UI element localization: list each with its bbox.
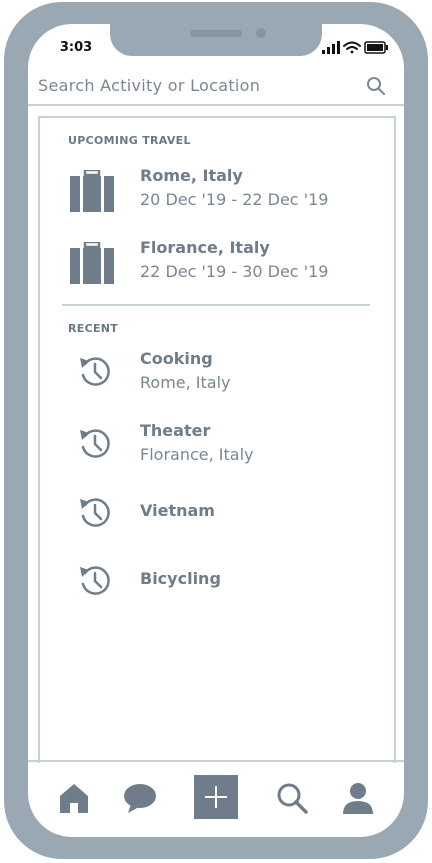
search-icon [277,783,308,814]
nav-chat-button[interactable] [118,776,162,820]
nav-add-button[interactable] [194,775,238,819]
section-divider [62,304,370,306]
history-icon [80,498,110,527]
nav-home-button[interactable] [52,776,96,820]
recent-item[interactable]: Vietnam [40,492,394,536]
speaker [190,30,242,37]
recent-subtitle: Florance, Italy [140,445,254,464]
notch [110,24,322,56]
luggage-icon [70,242,114,284]
recent-item[interactable]: Bicycling [40,560,394,604]
recent-title: Theater [140,421,211,440]
nav-search-button[interactable] [270,776,314,820]
home-icon [60,784,88,813]
search-icon[interactable] [366,76,386,96]
wifi-icon [343,41,361,54]
recent-item[interactable]: Cooking Rome, Italy [40,348,394,404]
history-icon [80,429,110,458]
status-time: 3:03 [59,40,93,55]
history-icon [80,357,110,386]
signal-icon [322,41,340,54]
add-icon [205,786,227,808]
recent-item[interactable]: Theater Florance, Italy [40,420,394,476]
profile-icon [343,783,373,814]
status-icons [322,41,388,54]
nav-profile-button[interactable] [336,776,380,820]
camera [256,28,266,38]
luggage-icon [70,170,114,212]
content-panel: UPCOMING TRAVEL Rome, Italy 20 Dec '19 -… [38,116,396,763]
trip-item[interactable]: Florance, Italy 22 Dec '19 - 30 Dec '19 [40,236,394,296]
history-icon [80,566,110,595]
search-bar[interactable]: Search Activity or Location [28,66,404,106]
chat-icon [124,784,156,813]
upcoming-heading: UPCOMING TRAVEL [68,134,191,147]
trip-title: Florance, Italy [140,238,270,257]
trip-dates: 20 Dec '19 - 22 Dec '19 [140,190,329,209]
recent-title: Vietnam [140,501,215,520]
search-input[interactable]: Search Activity or Location [38,76,260,95]
recent-heading: RECENT [68,322,119,335]
recent-title: Cooking [140,349,213,368]
trip-title: Rome, Italy [140,166,243,185]
bottom-nav [28,760,404,839]
recent-subtitle: Rome, Italy [140,373,231,392]
battery-icon [364,41,388,54]
recent-title: Bicycling [140,569,221,588]
trip-item[interactable]: Rome, Italy 20 Dec '19 - 22 Dec '19 [40,164,394,224]
trip-dates: 22 Dec '19 - 30 Dec '19 [140,262,329,281]
